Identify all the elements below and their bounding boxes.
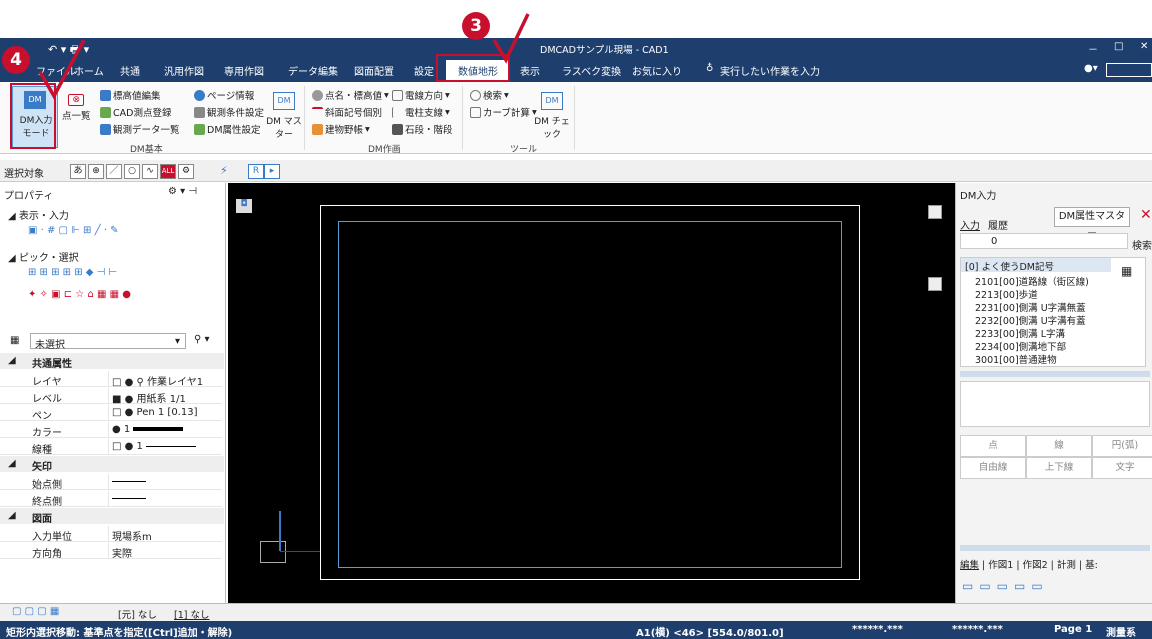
type-upper-lower-button[interactable]: 上下線 (1026, 457, 1092, 479)
attr-tool-icon[interactable]: ⚲ ▾ (194, 334, 210, 345)
prop-row-end-arrow[interactable]: 終点側 (0, 491, 222, 508)
r-button[interactable]: R (248, 164, 264, 179)
check-mark-3 (492, 13, 530, 64)
dm-symbol-tree[interactable]: [0] よく使うDM記号 2101[00]道路線（街区線) 2213[00]歩道… (960, 257, 1146, 367)
select-line-button[interactable]: ／ (106, 164, 122, 179)
layout-icon[interactable] (928, 205, 942, 219)
select-point-button[interactable]: ⊕ (88, 164, 104, 179)
tab-base[interactable]: 基: (1085, 560, 1098, 571)
select-circle-button[interactable]: ○ (124, 164, 140, 179)
select-curve-button[interactable]: ∿ (142, 164, 158, 179)
prop-row-pen[interactable]: ペン □ ● Pen 1 [0.13] (0, 405, 222, 422)
bottom-tab-bar: ▢ ▢ ▢ ▦ [元] なし [1] なし (0, 603, 1152, 621)
drawing-section[interactable]: ◢ 図面 (0, 508, 224, 525)
preview-area (960, 381, 1150, 427)
prop-row-direction[interactable]: 方向角 実際 (0, 543, 222, 560)
sheet-info: A1(横) <46> [554.0/801.0] (636, 628, 784, 639)
property-panel: プロパティ ⚙ ▾ ⊣ ◢ 表示・入力 ▣ · # ▢ ⊩ ⊞ ╱ · ✎ ◢ … (0, 183, 226, 603)
check-marks (38, 13, 530, 100)
selection-toolbar: 選択対象 あ ⊕ ／ ○ ∿ ALL ⚙ ⚡ R ▸ (0, 160, 1152, 182)
panel-title: プロパティ (4, 191, 54, 202)
display-input-section[interactable]: ◢ 表示・入力 (8, 207, 69, 222)
snap-tools-icons[interactable]: ✦ ✧ ▣ ⊏ ☆ ⌂ ▦ ▦ ● (28, 289, 131, 300)
tree-item[interactable]: 2231[00]側溝 U字溝無蓋 (975, 300, 1086, 314)
arrow-section[interactable]: ◢ 矢印 (0, 456, 224, 473)
status-message: 矩形内選択移動: 基準点を指定([Ctrl]追加・解除) (6, 628, 233, 639)
h-scrollbar-2[interactable] (960, 545, 1150, 551)
select-text-button[interactable]: あ (70, 164, 86, 179)
search-dm-button[interactable]: 検索 (1132, 237, 1152, 252)
origin-box (260, 541, 286, 563)
tree-item[interactable]: 2213[00]歩道 (975, 287, 1038, 301)
layer-tab-original[interactable]: [元] なし (118, 607, 157, 621)
type-point-button[interactable]: 点 (960, 435, 1026, 457)
coord-y: ******.*** (952, 624, 1003, 635)
coord-x: ******.*** (852, 624, 903, 635)
selection-dropdown[interactable]: ▦ 未選択 ▾ ⚲ ▾ (4, 333, 224, 351)
select-all-button[interactable]: ALL (160, 164, 176, 179)
tree-item[interactable]: 2232[00]側溝 U字溝有蓋 (975, 313, 1086, 327)
sheet-tools-icons[interactable]: ▢ ▢ ▢ ▦ (12, 606, 59, 617)
tab-draw1[interactable]: 作図1 (988, 560, 1013, 571)
layer-icon[interactable] (928, 277, 942, 291)
tree-item[interactable]: 2234[00]側溝地下部 (975, 339, 1066, 353)
close-icon[interactable]: ✕ (1140, 207, 1152, 223)
prop-row-start-arrow[interactable]: 始点側 (0, 474, 222, 491)
dm-attr-master-button[interactable]: DM属性マスター (1054, 207, 1130, 240)
dm-panel-title: DM入力 (960, 191, 997, 202)
edit-tool-icons[interactable]: ▭▭▭▭▭ (962, 579, 1049, 593)
drawing-canvas[interactable]: ◘ (228, 183, 955, 603)
tab-draw2[interactable]: 作図2 (1023, 560, 1048, 571)
page-indicator: Page 1 (1054, 624, 1093, 635)
type-freeline-button[interactable]: 自由線 (960, 457, 1026, 479)
settings-icon[interactable]: ⚙ ▾ ⊣ (168, 186, 197, 197)
prop-row-linetype[interactable]: 線種 □ ● 1 (0, 439, 222, 456)
tab-measure[interactable]: 計測 (1057, 560, 1076, 571)
dm-number-input[interactable]: 0 (960, 233, 1128, 249)
canvas-nav-icon[interactable]: ◘ (236, 199, 252, 213)
tree-item[interactable]: 2233[00]側溝 L字溝 (975, 326, 1065, 340)
h-scrollbar[interactable] (960, 371, 1150, 377)
selection-icon: ▦ (10, 335, 20, 346)
coordinate-system: 測量系 (1106, 628, 1136, 639)
display-tools-icons[interactable]: ▣ · # ▢ ⊩ ⊞ ╱ · ✎ (28, 225, 119, 236)
tab-edit[interactable]: 編集 (960, 560, 979, 571)
tree-item[interactable]: 3001[00]普通建物 (975, 352, 1057, 366)
prop-row-color[interactable]: カラー ● 1 (0, 422, 222, 439)
tab-history[interactable]: 履歴 (988, 217, 1008, 232)
common-attr-section[interactable]: ◢ 共通属性 (0, 353, 224, 370)
select-settings-button[interactable]: ⚙ (178, 164, 194, 179)
type-line-button[interactable]: 線 (1026, 435, 1092, 457)
selection-target-label: 選択対象 (4, 169, 44, 180)
tree-item[interactable]: 2101[00]道路線（街区線) (975, 274, 1089, 288)
prop-row-layer[interactable]: レイヤ □ ● ⚲ 作業レイヤ1 (0, 371, 222, 388)
pick-tools-icons[interactable]: ⊞ ⊞ ⊞ ⊞ ⊞ ◆ ⊣ ⊢ (28, 267, 117, 278)
type-arc-button[interactable]: 円(弧) (1092, 435, 1152, 457)
y-axis-icon (279, 511, 281, 551)
prop-row-level[interactable]: レベル ■ ● 用紙系 1/1 (0, 388, 222, 405)
tab-input[interactable]: 入力 (960, 217, 980, 232)
dm-input-panel: DM入力 入力 履歴 DM属性マスター ✕ 0 検索 [0] よく使うDM記号 … (955, 183, 1152, 603)
sheet-inner-frame (338, 221, 842, 568)
pick-select-section[interactable]: ◢ ピック・選択 (8, 249, 79, 264)
grid-view-icon[interactable]: ▦ (1121, 264, 1132, 278)
check-mark-4 (38, 39, 86, 100)
x-axis-icon (280, 551, 320, 552)
type-text-button[interactable]: 文字 (1092, 457, 1152, 479)
r-expand-button[interactable]: ▸ (264, 164, 280, 179)
status-bar: 矩形内選択移動: 基準点を指定([Ctrl]追加・解除) A1(横) <46> … (0, 621, 1152, 639)
tree-root[interactable]: [0] よく使うDM記号 (965, 259, 1054, 273)
layer-tab-1[interactable]: [1] なし (174, 607, 209, 621)
prop-row-input-unit[interactable]: 入力単位 現場系m (0, 526, 222, 543)
bottom-tab-strip: 編集 | 作図1 | 作図2 | 計測 | 基: (960, 560, 1098, 571)
filter-icon[interactable]: ⚡ (220, 164, 228, 177)
